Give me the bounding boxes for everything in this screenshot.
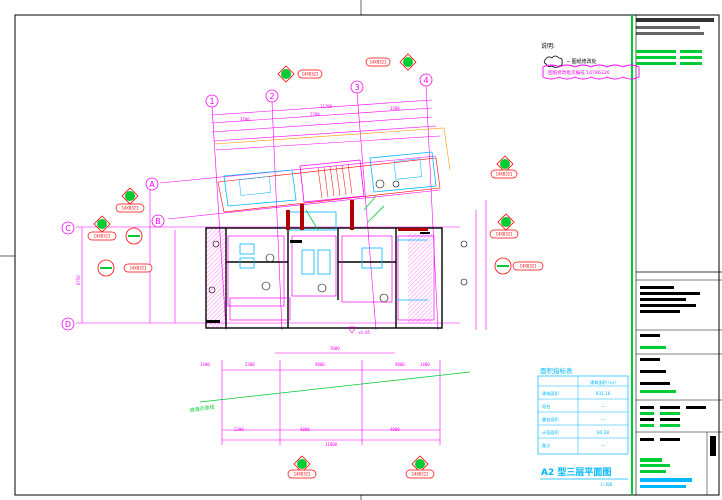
- svg-text:1400: 1400: [200, 362, 210, 367]
- dim-mid-bottom: 7000: [330, 346, 340, 351]
- grid-bubble-3: 3: [350, 80, 364, 94]
- svg-text:14X0321: 14X0321: [122, 206, 139, 211]
- dim-bottom-bay-3: 4000: [395, 362, 405, 367]
- svg-text:14X0321: 14X0321: [302, 72, 319, 77]
- drawing-title: A2 型三层平面图: [541, 466, 611, 478]
- grid-bubble-b: B: [151, 214, 165, 228]
- svg-text:1400: 1400: [420, 362, 430, 367]
- svg-text:14X0321: 14X0321: [520, 264, 537, 269]
- svg-text:计容面积: 计容面积: [542, 429, 559, 436]
- svg-text:4000: 4000: [300, 427, 310, 432]
- dim-bottom-bay-1: 2300: [245, 362, 255, 367]
- cad-drawing-canvas[interactable]: 说明: ─ 图纸修改处 图纸修改批次编号 14786326 1 2 3 4 A …: [0, 0, 722, 500]
- dim-left-overall: 6750: [76, 275, 81, 285]
- slope-label: 坡道示意线: [189, 404, 215, 414]
- callout-marker: [125, 227, 143, 245]
- callout-marker: 14X0321: [87, 215, 117, 241]
- svg-text:D: D: [65, 320, 71, 329]
- grid-bubble-2: 2: [265, 89, 279, 103]
- svg-text:14X0321: 14X0321: [370, 60, 387, 65]
- dim-bottom-overall: 11000: [325, 442, 338, 447]
- svg-text:阳台: 阳台: [542, 403, 550, 410]
- callout-marker: 14X0321: [489, 213, 519, 239]
- svg-text:—: —: [601, 404, 605, 409]
- grid-bubble-c: C: [61, 221, 75, 235]
- drawing-title-block: A2 型三层平面图 1:100: [540, 466, 628, 487]
- svg-text:1: 1: [209, 97, 214, 106]
- callout-marker: 14X0321: [115, 187, 145, 213]
- svg-text:建筑面积: 建筑面积: [542, 390, 559, 397]
- legend-title: 说明:: [541, 42, 555, 50]
- svg-text:84.38: 84.38: [597, 430, 609, 435]
- grid-bubble-d: D: [61, 317, 75, 331]
- svg-text:A: A: [149, 180, 155, 189]
- callout-marker: 14X0321: [490, 155, 518, 179]
- grid-bubble-4: 4: [419, 73, 433, 87]
- svg-text:2300: 2300: [234, 427, 244, 432]
- callout-marker: 14X0321: [365, 53, 417, 71]
- callout-markers: 14X0321 14X0321 14X0321 14X0321 14X0321 …: [87, 53, 544, 479]
- svg-text:—: —: [601, 417, 605, 422]
- floor-plan: +4.85: [199, 127, 471, 403]
- callout-marker: 14X0321: [494, 257, 544, 275]
- drawing-scale: 1:100: [600, 482, 613, 487]
- dim-top-bay-2: 2700: [310, 112, 320, 117]
- dim-top-bay-3: 3300: [390, 106, 400, 111]
- svg-text:2: 2: [269, 92, 274, 101]
- area-table-header: 建筑面积 (㎡): [590, 379, 616, 386]
- title-block: [631, 15, 722, 495]
- svg-text:4: 4: [423, 76, 428, 85]
- dim-top-overall: 11700: [320, 104, 333, 109]
- legend: 说明: ─ 图纸修改处 图纸修改批次编号 14786326: [541, 42, 640, 80]
- dim-top-bay-1: 3700: [240, 117, 250, 122]
- svg-text:14X0321: 14X0321: [130, 266, 147, 271]
- dim-bottom-bay-2: 4000: [315, 362, 325, 367]
- grid-bubble-a: A: [145, 177, 159, 191]
- callout-marker: 14X0321: [287, 455, 317, 479]
- svg-text:B: B: [155, 217, 161, 226]
- area-table: 面积指标表 建筑面积 (㎡) 建筑面积 831.16 阳台 — 露台面积 — 计…: [537, 366, 629, 455]
- svg-text:+4.85: +4.85: [358, 330, 371, 335]
- callout-marker: 14X0321: [277, 65, 323, 83]
- callout-marker: 14X0321: [405, 455, 435, 479]
- svg-text:—: —: [601, 443, 605, 448]
- legend-cloud-caption: ─ 图纸修改处: [566, 58, 597, 65]
- legend-revision-stamp: 图纸修改批次编号 14786326: [548, 69, 610, 76]
- svg-text:3: 3: [354, 83, 359, 92]
- svg-text:露台面积: 露台面积: [542, 416, 559, 423]
- svg-text:14X0321: 14X0321: [496, 172, 513, 177]
- svg-text:14X0321: 14X0321: [412, 472, 429, 477]
- svg-text:14X0321: 14X0321: [294, 472, 311, 477]
- svg-text:831.16: 831.16: [596, 391, 611, 396]
- svg-text:备注: 备注: [542, 442, 551, 449]
- svg-text:14X0321: 14X0321: [496, 232, 513, 237]
- grid-bubble-1: 1: [205, 94, 219, 108]
- svg-text:4000: 4000: [390, 427, 400, 432]
- svg-text:C: C: [65, 224, 71, 233]
- callout-marker: 14X0321: [97, 259, 153, 277]
- svg-text:14X0321: 14X0321: [94, 234, 111, 239]
- dimension-labels: 11700 3700 2700 3300 6750 2300 4000 4000…: [76, 104, 430, 447]
- area-table-title: 面积指标表: [540, 366, 573, 375]
